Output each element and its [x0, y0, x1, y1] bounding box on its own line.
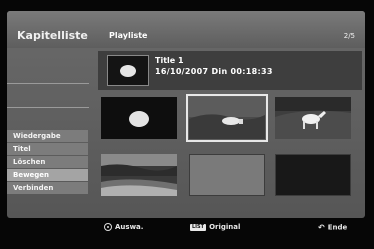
footer-original: LIST Original — [190, 223, 240, 231]
page-subtitle: Playliste — [109, 31, 148, 40]
page-indicator: 2/5 — [343, 32, 355, 40]
menu-item-verbinden[interactable]: Verbinden — [7, 182, 88, 194]
footer-select: Auswa. — [104, 223, 143, 231]
chapter-thumbnail[interactable] — [101, 97, 177, 139]
river-image-icon — [101, 154, 177, 196]
moon-image-icon — [101, 97, 177, 139]
chapter-thumbnail[interactable] — [275, 97, 351, 139]
footer-end: ↶ Ende — [318, 223, 347, 232]
menu-item-wiedergabe[interactable]: Wiedergabe — [7, 130, 88, 142]
title-name: Title 1 — [155, 56, 184, 65]
title-info-bar: Title 1 16/10/2007 Din 00:18:33 — [98, 51, 362, 90]
chapter-slot-empty[interactable] — [275, 154, 351, 196]
chapter-thumbnail-selected[interactable] — [186, 94, 268, 142]
header-bar: Kapitelliste Playliste 2/5 — [7, 11, 365, 48]
enter-icon — [104, 223, 112, 231]
original-label: Original — [209, 223, 241, 231]
list-button-icon: LIST — [190, 223, 207, 231]
action-menu: Wiedergabe Titel Löschen Bewegen Verbind… — [7, 130, 88, 195]
divider — [7, 107, 89, 108]
chapter-slot-empty[interactable] — [189, 154, 265, 196]
menu-item-bewegen[interactable]: Bewegen — [7, 169, 88, 181]
end-label: Ende — [327, 223, 348, 232]
chapter-thumbnail[interactable] — [101, 154, 177, 196]
divider — [7, 83, 89, 84]
page-title: Kapitelliste — [17, 29, 88, 42]
screen: Kapitelliste Playliste 2/5 Title 1 16/10… — [0, 0, 374, 249]
return-icon: ↶ — [318, 223, 325, 232]
moon-image-icon — [108, 56, 148, 85]
menu-item-loeschen[interactable]: Löschen — [7, 156, 88, 168]
title-meta: 16/10/2007 Din 00:18:33 — [155, 67, 273, 76]
menu-item-titel[interactable]: Titel — [7, 143, 88, 155]
footer-bar: Auswa. LIST Original ↶ Ende — [0, 218, 374, 238]
title-thumbnail — [107, 55, 149, 86]
select-label: Auswa. — [115, 223, 144, 231]
chapter-list-panel: Kapitelliste Playliste 2/5 Title 1 16/10… — [7, 11, 365, 218]
horse-image-icon — [275, 97, 351, 139]
horse-image-icon — [189, 97, 265, 139]
